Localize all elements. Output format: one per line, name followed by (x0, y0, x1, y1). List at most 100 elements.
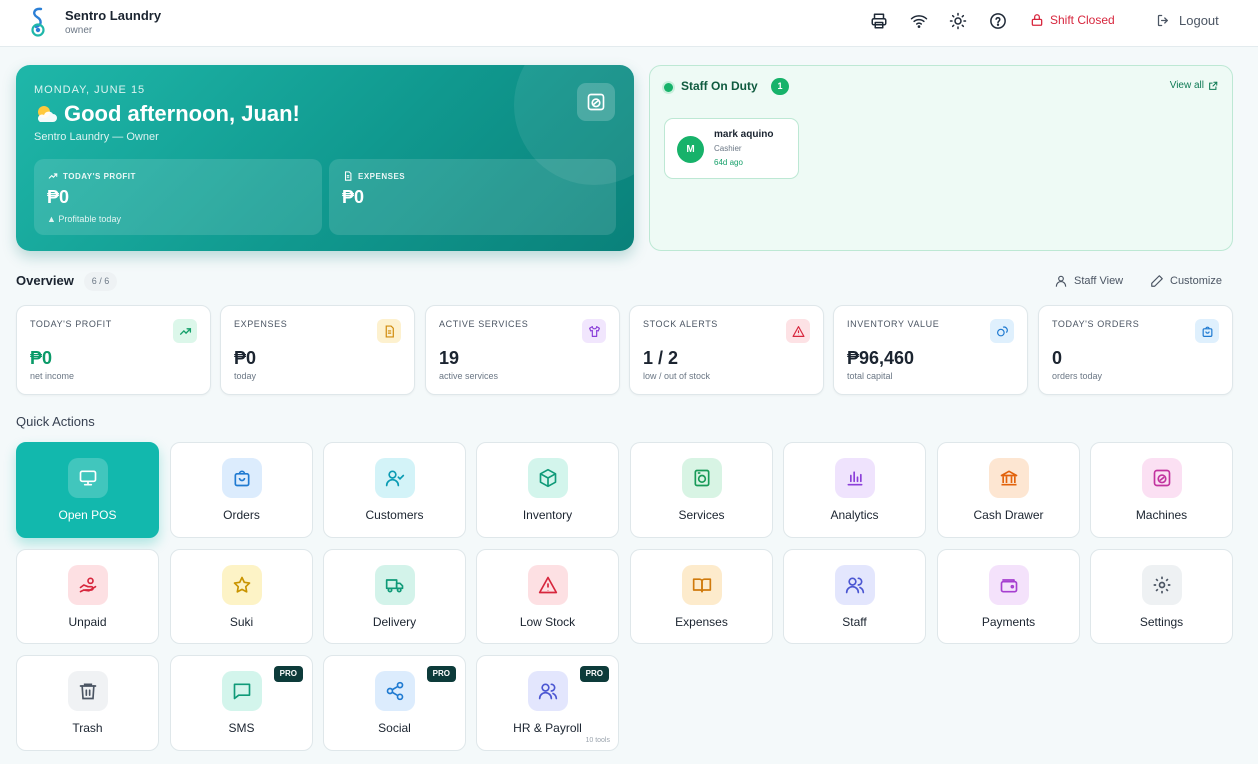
lock-icon (1030, 13, 1044, 27)
qa-label: SMS (228, 721, 255, 735)
pencil-icon (1150, 274, 1164, 288)
trash-button[interactable]: Trash (16, 655, 159, 751)
trend-up-icon (173, 319, 197, 343)
online-dot (664, 83, 673, 92)
qa-label: Suki (229, 615, 254, 629)
hero-profit-note: ▲ Profitable today (47, 214, 121, 224)
staff-role: Cashier (714, 144, 742, 153)
wallet-icon (989, 565, 1029, 605)
stat-card-inventory-value[interactable]: INVENTORY VALUE ₱96,460 total capital (833, 305, 1028, 395)
hero-expenses-label: EXPENSES (343, 171, 405, 181)
wifi-icon[interactable] (910, 12, 928, 30)
brand-name: Sentro Laundry (65, 8, 162, 23)
qa-label: Inventory (522, 508, 573, 522)
stat-label: EXPENSES (234, 319, 288, 329)
qa-label: Low Stock (519, 615, 576, 629)
top-bar: Sentro Laundry owner Shift Closed Logout (0, 0, 1258, 47)
expenses-button[interactable]: Expenses (630, 549, 773, 644)
pro-badge: PRO (579, 666, 609, 682)
stat-card-expenses[interactable]: EXPENSES ₱0 today (220, 305, 415, 395)
stat-card-stock-alerts[interactable]: STOCK ALERTS 1 / 2 low / out of stock (629, 305, 824, 395)
hero-expenses-value: ₱0 (342, 187, 365, 207)
qa-label: Unpaid (68, 615, 107, 629)
shirt-icon (582, 319, 606, 343)
stat-note: today (234, 371, 257, 381)
pro-badge: PRO (273, 666, 303, 682)
weather-sun-cloud-icon (34, 103, 58, 125)
stat-value: ₱0 (30, 348, 53, 368)
customers-button[interactable]: Customers (323, 442, 466, 538)
social-button[interactable]: PRO Social (323, 655, 466, 751)
bag-icon (1195, 319, 1219, 343)
stat-value: 0 (1052, 348, 1063, 368)
sun-icon[interactable] (949, 12, 967, 30)
analytics-button[interactable]: Analytics (783, 442, 926, 538)
shift-status-button[interactable]: Shift Closed (1030, 13, 1115, 27)
machine-icon (1142, 458, 1182, 498)
greeting-hero: MONDAY, JUNE 15 Good afternoon, Juan! Se… (16, 65, 634, 251)
hero-subtitle: Sentro Laundry — Owner (34, 131, 159, 143)
low-stock-button[interactable]: Low Stock (476, 549, 619, 644)
qa-label: Trash (72, 721, 103, 735)
qa-label: Analytics (830, 508, 879, 522)
washer-icon (682, 458, 722, 498)
staff-card[interactable]: M mark aquino Cashier 64d ago (664, 118, 799, 179)
brand-role: owner (65, 25, 93, 36)
box-icon (528, 458, 568, 498)
staff-name: mark aquino (714, 129, 774, 140)
star-icon (222, 565, 262, 605)
trend-up-icon (48, 171, 58, 181)
services-button[interactable]: Services (630, 442, 773, 538)
stat-card-orders[interactable]: TODAY'S ORDERS 0 orders today (1038, 305, 1233, 395)
pro-badge: PRO (426, 666, 456, 682)
qa-label: Machines (1135, 508, 1188, 522)
qa-label: Cash Drawer (973, 508, 1044, 522)
printer-icon[interactable] (870, 12, 888, 30)
stat-label: TODAY'S ORDERS (1052, 319, 1140, 329)
delivery-button[interactable]: Delivery (323, 549, 466, 644)
gear-icon (1142, 565, 1182, 605)
receipt-icon (343, 171, 353, 181)
help-icon[interactable] (989, 12, 1007, 30)
hero-profit-label: TODAY'S PROFIT (48, 171, 136, 181)
settings-button[interactable]: Settings (1090, 549, 1233, 644)
staff-on-duty-title: Staff On Duty (681, 79, 758, 93)
staff-view-button[interactable]: Staff View (1054, 274, 1123, 288)
view-all-link[interactable]: View all (1170, 80, 1218, 91)
hero-profit-card: TODAY'S PROFIT ₱0 ▲ Profitable today (34, 159, 322, 235)
alert-icon (786, 319, 810, 343)
open-pos-button[interactable]: Open POS (16, 442, 159, 538)
qa-label: Services (678, 508, 725, 522)
logout-label: Logout (1179, 13, 1219, 28)
receipt-icon (377, 319, 401, 343)
stat-card-profit[interactable]: TODAY'S PROFIT ₱0 net income (16, 305, 211, 395)
coins-icon (990, 319, 1014, 343)
logout-button[interactable]: Logout (1156, 13, 1219, 28)
stat-note: net income (30, 371, 75, 381)
machines-button[interactable]: Machines (1090, 442, 1233, 538)
payments-button[interactable]: Payments (937, 549, 1080, 644)
customize-button[interactable]: Customize (1150, 274, 1222, 288)
inventory-button[interactable]: Inventory (476, 442, 619, 538)
qa-label: Settings (1139, 615, 1184, 629)
stat-card-services[interactable]: ACTIVE SERVICES 19 active services (425, 305, 620, 395)
qa-label: Social (378, 721, 411, 735)
washer-icon (586, 92, 606, 112)
suki-button[interactable]: Suki (170, 549, 313, 644)
machine-shortcut-button[interactable] (577, 83, 615, 121)
stat-value: 19 (439, 348, 460, 368)
cash-drawer-button[interactable]: Cash Drawer (937, 442, 1080, 538)
user-icon (1054, 274, 1068, 288)
staff-count-badge: 1 (771, 78, 789, 95)
sms-button[interactable]: PRO SMS (170, 655, 313, 751)
stat-note: active services (439, 371, 499, 381)
unpaid-button[interactable]: Unpaid (16, 549, 159, 644)
hand-coins-icon (68, 565, 108, 605)
hr-payroll-button[interactable]: PRO HR & Payroll 10 tools (476, 655, 619, 751)
stat-value: ₱96,460 (847, 348, 915, 368)
stat-label: INVENTORY VALUE (847, 319, 940, 329)
orders-button[interactable]: Orders (170, 442, 313, 538)
staff-button[interactable]: Staff (783, 549, 926, 644)
qa-label: Delivery (372, 615, 417, 629)
overview-title: Overview (16, 273, 74, 288)
